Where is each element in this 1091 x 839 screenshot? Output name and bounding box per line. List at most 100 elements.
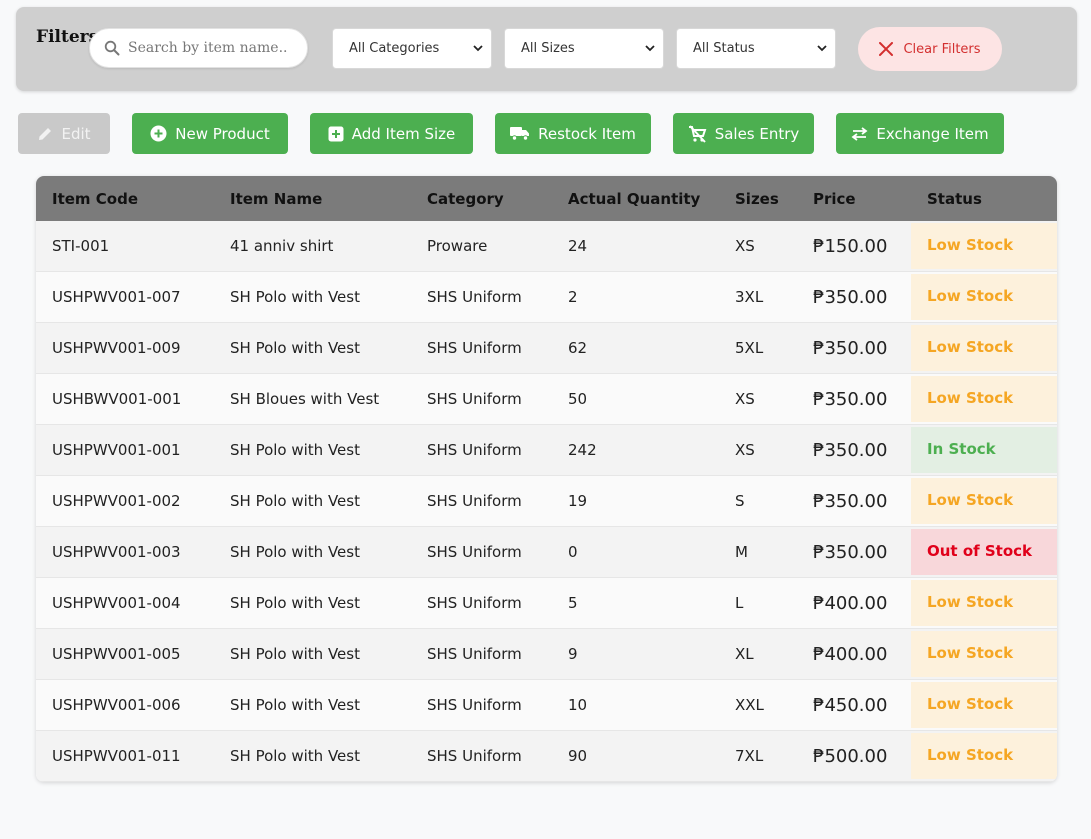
category-cell: SHS Uniform [427,543,522,561]
header-price[interactable]: Price [797,190,911,208]
item-code-cell: USHBWV001-001 [52,390,182,408]
item-name-cell: SH Bloues with Vest [230,390,380,408]
category-cell: SHS Uniform [427,696,522,714]
category-cell: SHS Uniform [427,339,522,357]
header-status[interactable]: Status [911,190,1057,208]
size-cell: 3XL [735,288,764,306]
item-name-cell: SH Polo with Vest [230,543,360,561]
edit-label: Edit [61,124,91,143]
pencil-icon [39,127,52,140]
table-row[interactable]: USHPWV001-011 SH Polo with Vest SHS Unifor… [36,731,1057,782]
status-badge: Out of Stock [911,529,1057,575]
quantity-cell: 10 [568,696,588,714]
item-code-cell: USHPWV001-005 [52,645,181,663]
price-cell: ₱350.00 [813,439,888,461]
item-name-cell: SH Polo with Vest [230,696,360,714]
price-cell: ₱350.00 [813,337,888,359]
restock-item-label: Restock Item [538,124,636,143]
item-name-cell: SH Polo with Vest [230,594,360,612]
category-cell: SHS Uniform [427,747,522,765]
search-input[interactable] [128,40,298,56]
table-row[interactable]: USHPWV001-003 SH Polo with Vest SHS Unifor… [36,527,1057,578]
table-row[interactable]: USHPWV001-006 SH Polo with Vest SHS Unifor… [36,680,1057,731]
table-row[interactable]: USHPWV001-001 SH Polo with Vest SHS Unifor… [36,425,1057,476]
item-name-cell: SH Polo with Vest [230,441,360,459]
category-cell: SHS Uniform [427,645,522,663]
category-cell: SHS Uniform [427,492,522,510]
clear-filters-button[interactable]: Clear Filters [858,27,1002,71]
category-cell: SHS Uniform [427,594,522,612]
status-badge: Low Stock [911,631,1057,677]
quantity-cell: 62 [568,339,588,357]
table-header: Item Code Item Name Category Actual Quan… [36,176,1057,221]
edit-button[interactable]: Edit [18,113,110,154]
add-item-size-button[interactable]: Add Item Size [310,113,473,154]
category-select[interactable]: All Categories [332,28,492,69]
size-cell: XS [735,237,755,255]
category-cell: SHS Uniform [427,390,522,408]
price-cell: ₱400.00 [813,592,888,614]
quantity-cell: 242 [568,441,597,459]
category-cell: SHS Uniform [427,441,522,459]
item-code-cell: USHPWV001-004 [52,594,181,612]
plus-square-icon [328,126,344,141]
size-cell: 7XL [735,747,764,765]
exchange-item-label: Exchange Item [876,124,989,143]
item-name-cell: SH Polo with Vest [230,492,360,510]
item-code-cell: USHPWV001-011 [52,747,181,765]
status-badge: Low Stock [911,682,1057,728]
item-name-cell: SH Polo with Vest [230,339,360,357]
table-row[interactable]: USHPWV001-009 SH Polo with Vest SHS Unifor… [36,323,1057,374]
category-cell: SHS Uniform [427,288,522,306]
size-cell: S [735,492,745,510]
truck-icon [510,127,530,141]
status-badge: Low Stock [911,733,1057,779]
quantity-cell: 9 [568,645,578,663]
table-row[interactable]: USHPWV001-002 SH Polo with Vest SHS Unifor… [36,476,1057,527]
size-cell: XL [735,645,754,663]
quantity-cell: 90 [568,747,588,765]
header-actual-quantity[interactable]: Actual Quantity [552,190,719,208]
filter-bar: Filters All Categories All Sizes All Sta… [16,7,1077,91]
header-sizes[interactable]: Sizes [719,190,797,208]
exchange-item-button[interactable]: Exchange Item [836,113,1004,154]
header-item-name[interactable]: Item Name [214,190,411,208]
plus-circle-icon [150,125,167,142]
quantity-cell: 24 [568,237,588,255]
size-cell: XS [735,441,755,459]
price-cell: ₱350.00 [813,286,888,308]
table-row[interactable]: USHPWV001-007 SH Polo with Vest SHS Unifor… [36,272,1057,323]
status-badge: Low Stock [911,376,1057,422]
item-code-cell: USHPWV001-006 [52,696,181,714]
size-cell: M [735,543,748,561]
table-row[interactable]: USHBWV001-001 SH Bloues with Vest SHS Unif… [36,374,1057,425]
chevron-down-icon [645,45,655,52]
status-badge: Low Stock [911,580,1057,626]
search-box[interactable] [89,28,308,68]
size-select[interactable]: All Sizes [504,28,664,69]
restock-item-button[interactable]: Restock Item [495,113,651,154]
table-body: STI-001 41 anniv shirt Proware 24 XS ₱150.00 L… [36,221,1057,782]
item-code-cell: USHPWV001-001 [52,441,181,459]
status-badge: Low Stock [911,478,1057,524]
new-product-button[interactable]: New Product [132,113,288,154]
item-name-cell: SH Polo with Vest [230,645,360,663]
status-select[interactable]: All Status [676,28,836,69]
quantity-cell: 5 [568,594,578,612]
sales-entry-button[interactable]: Sales Entry [673,113,814,154]
item-code-cell: USHPWV001-003 [52,543,181,561]
size-cell: XXL [735,696,764,714]
table-row[interactable]: STI-001 41 anniv shirt Proware 24 XS ₱150.00 L… [36,221,1057,272]
size-cell: L [735,594,744,612]
table-row[interactable]: USHPWV001-004 SH Polo with Vest SHS Unifor… [36,578,1057,629]
status-select-value: All Status [693,41,755,56]
quantity-cell: 0 [568,543,578,561]
header-category[interactable]: Category [411,190,552,208]
header-item-code[interactable]: Item Code [36,190,214,208]
table-row[interactable]: USHPWV001-005 SH Polo with Vest SHS Unifor… [36,629,1057,680]
item-code-cell: USHPWV001-007 [52,288,181,306]
sales-entry-label: Sales Entry [714,124,800,143]
chevron-down-icon [817,45,827,52]
price-cell: ₱150.00 [813,235,888,257]
price-cell: ₱350.00 [813,388,888,410]
